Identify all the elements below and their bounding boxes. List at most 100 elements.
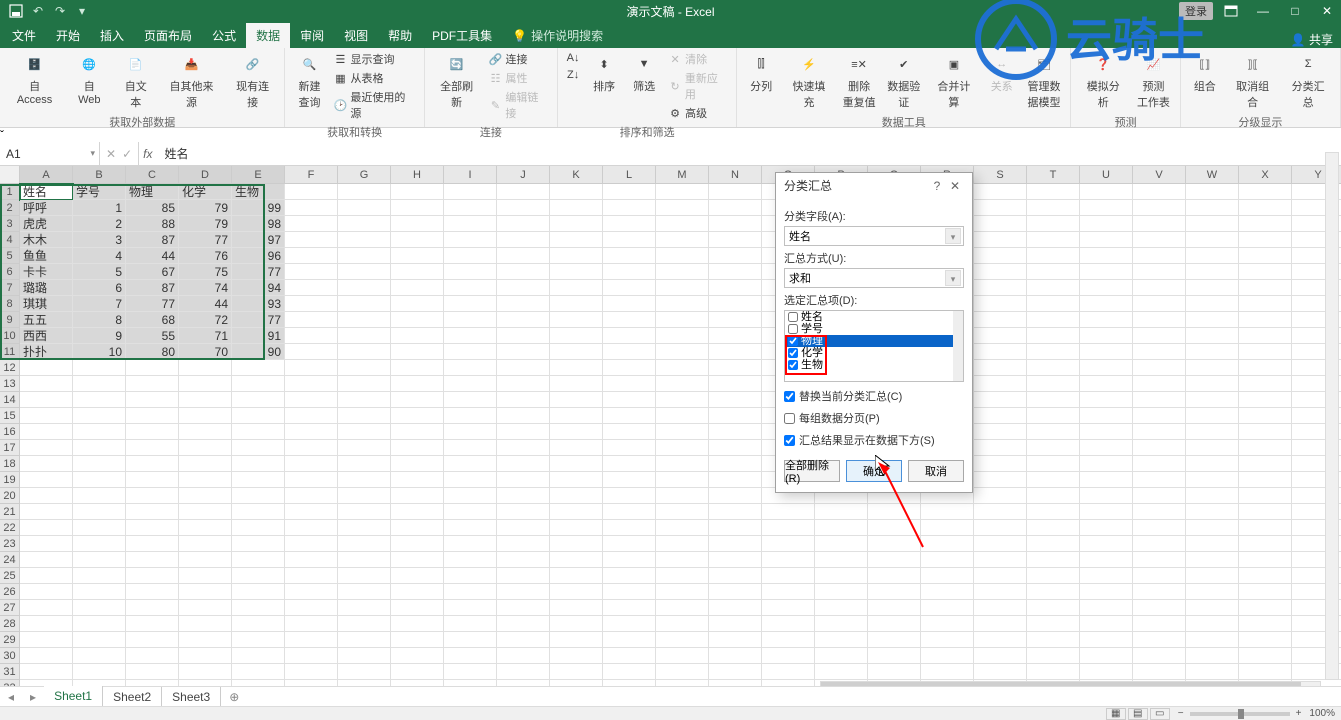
cell[interactable] — [1239, 552, 1292, 568]
cell[interactable] — [73, 424, 126, 440]
cell[interactable] — [1080, 536, 1133, 552]
cell[interactable] — [497, 216, 550, 232]
chevron-down-icon[interactable]: ▾ — [945, 270, 961, 286]
cell[interactable]: 化学 — [179, 184, 232, 200]
cell[interactable] — [1133, 344, 1186, 360]
save-icon[interactable] — [8, 3, 24, 19]
cell[interactable] — [1080, 408, 1133, 424]
cell[interactable] — [603, 296, 656, 312]
cell[interactable] — [1186, 456, 1239, 472]
row-header[interactable]: 7 — [0, 280, 20, 296]
cell[interactable] — [1186, 216, 1239, 232]
share-button[interactable]: 👤 共享 — [1291, 31, 1341, 48]
cell[interactable] — [603, 632, 656, 648]
cell[interactable] — [974, 440, 1027, 456]
cell[interactable] — [232, 392, 285, 408]
cell[interactable] — [709, 248, 762, 264]
cell[interactable] — [603, 664, 656, 680]
row-header[interactable]: 17 — [0, 440, 20, 456]
cell[interactable] — [1239, 296, 1292, 312]
cell[interactable]: 44 — [126, 248, 179, 264]
cell[interactable] — [73, 456, 126, 472]
cell[interactable] — [1133, 616, 1186, 632]
cell[interactable] — [603, 584, 656, 600]
cell[interactable] — [444, 248, 497, 264]
cell[interactable] — [232, 520, 285, 536]
cell[interactable]: 77 — [126, 296, 179, 312]
dialog-help-icon[interactable]: ? — [928, 179, 946, 193]
add-sheet-icon[interactable]: ⊕ — [221, 690, 247, 704]
cell[interactable] — [179, 408, 232, 424]
cell[interactable]: 90 — [232, 344, 285, 360]
col-header[interactable]: H — [391, 166, 444, 184]
remove-dup-button[interactable]: ≡✕删除 重复值 — [839, 50, 880, 112]
cell[interactable] — [1133, 488, 1186, 504]
col-header[interactable]: N — [709, 166, 762, 184]
cell[interactable] — [1239, 360, 1292, 376]
sheet-tab[interactable]: Sheet3 — [162, 687, 221, 707]
cell[interactable] — [179, 376, 232, 392]
cell[interactable] — [1027, 328, 1080, 344]
zoom-in-icon[interactable]: + — [1296, 708, 1302, 719]
cell[interactable] — [285, 568, 338, 584]
cell[interactable] — [497, 648, 550, 664]
cell[interactable] — [126, 408, 179, 424]
cancel-formula-icon[interactable]: ✕ — [106, 147, 116, 161]
cell[interactable] — [232, 472, 285, 488]
cell[interactable]: 呼呼 — [20, 200, 73, 216]
cell[interactable] — [444, 424, 497, 440]
cell[interactable] — [1239, 376, 1292, 392]
new-query-button[interactable]: 🔍新建 查询 — [291, 50, 327, 112]
tab-nav-prev[interactable]: ◂ — [0, 690, 22, 704]
cell[interactable] — [603, 216, 656, 232]
cell[interactable] — [656, 632, 709, 648]
cell[interactable] — [550, 424, 603, 440]
cell[interactable] — [444, 616, 497, 632]
cell[interactable] — [1186, 312, 1239, 328]
sort-button[interactable]: ⬍排序 — [586, 50, 622, 96]
cell[interactable] — [656, 296, 709, 312]
show-queries-button[interactable]: ☰显示查询 — [331, 50, 417, 68]
subtotal-button[interactable]: Σ分类汇总 — [1282, 50, 1334, 112]
cell[interactable]: 85 — [126, 200, 179, 216]
cell[interactable] — [815, 552, 868, 568]
cell[interactable] — [1027, 360, 1080, 376]
tab-review[interactable]: 审阅 — [290, 23, 334, 48]
page-layout-icon[interactable]: ▤ — [1128, 708, 1148, 720]
cell[interactable] — [1186, 408, 1239, 424]
cell[interactable] — [656, 520, 709, 536]
cell[interactable] — [1239, 664, 1292, 680]
row-header[interactable]: 2 — [0, 200, 20, 216]
row-header[interactable]: 14 — [0, 392, 20, 408]
cell[interactable] — [709, 216, 762, 232]
cell[interactable] — [497, 664, 550, 680]
cell[interactable] — [974, 552, 1027, 568]
cell[interactable] — [868, 536, 921, 552]
cell[interactable] — [603, 280, 656, 296]
cell[interactable] — [232, 360, 285, 376]
tab-view[interactable]: 视图 — [334, 23, 378, 48]
cell[interactable] — [1027, 280, 1080, 296]
cell[interactable]: 7 — [73, 296, 126, 312]
undo-icon[interactable]: ↶ — [30, 3, 46, 19]
cell[interactable] — [179, 472, 232, 488]
cell[interactable]: 79 — [179, 216, 232, 232]
cell[interactable] — [1027, 632, 1080, 648]
row-header[interactable]: 16 — [0, 424, 20, 440]
cell[interactable] — [974, 536, 1027, 552]
cell[interactable] — [1186, 520, 1239, 536]
row-header[interactable]: 26 — [0, 584, 20, 600]
cell[interactable] — [1133, 424, 1186, 440]
cell[interactable] — [709, 664, 762, 680]
zoom-level[interactable]: 100% — [1309, 708, 1335, 719]
cell[interactable] — [762, 664, 815, 680]
cell[interactable] — [1133, 328, 1186, 344]
cell[interactable] — [1239, 584, 1292, 600]
cell[interactable] — [1133, 232, 1186, 248]
cell[interactable] — [762, 520, 815, 536]
cell[interactable] — [444, 312, 497, 328]
cell[interactable]: 68 — [126, 312, 179, 328]
cell[interactable] — [1186, 632, 1239, 648]
cell[interactable]: 77 — [232, 312, 285, 328]
cell[interactable] — [285, 440, 338, 456]
